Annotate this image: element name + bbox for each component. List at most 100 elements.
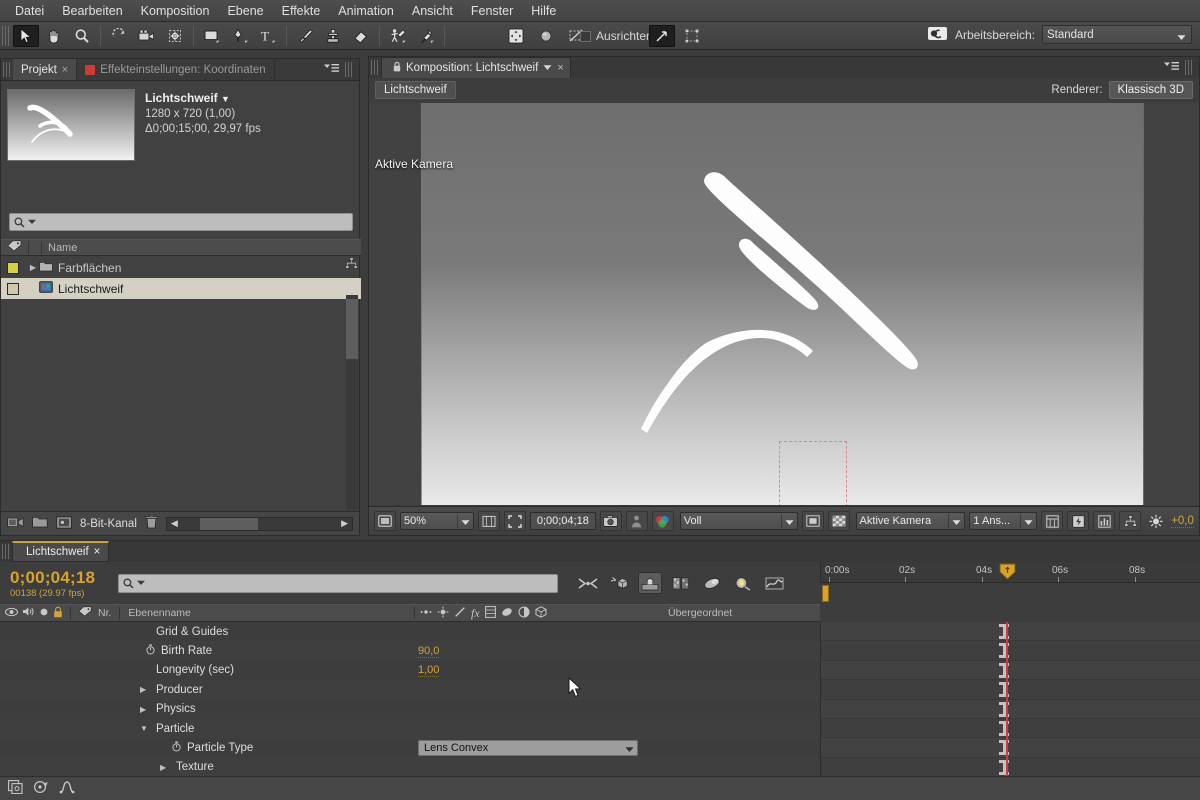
composition-mini-flowchart-icon[interactable]	[576, 572, 600, 594]
list-item[interactable]: Longevity (sec) 1,00	[0, 661, 820, 680]
graph-editor-icon[interactable]	[731, 572, 755, 594]
composition-canvas[interactable]	[421, 103, 1143, 505]
frame-blending-icon[interactable]	[669, 572, 693, 594]
new-folder-icon[interactable]	[32, 516, 48, 531]
timeline-current-time[interactable]: 0;00;04;18 00138 (29.97 fps)	[0, 568, 118, 599]
snapping-toggle[interactable]: Ausrichten	[580, 29, 653, 43]
show-channel-icon[interactable]	[651, 511, 674, 531]
brainstorm-icon[interactable]	[762, 572, 786, 594]
panel-menu-icon[interactable]	[1164, 61, 1179, 75]
frame-blend-switch-icon[interactable]	[484, 605, 496, 621]
track-row[interactable]	[821, 738, 1200, 758]
exposure-reset-icon[interactable]	[1145, 511, 1167, 531]
new-composition-from-footage-icon[interactable]	[56, 515, 72, 532]
take-snapshot-icon[interactable]	[599, 511, 622, 531]
effects-switch-icon[interactable]: fx	[471, 606, 480, 621]
workspace-switch-icon[interactable]	[927, 26, 948, 44]
particle-type-dropdown[interactable]: Lens Convex	[418, 740, 638, 757]
track-row[interactable]	[821, 700, 1200, 719]
selection-rectangle[interactable]	[779, 441, 847, 505]
list-item[interactable]: Grid & Guides	[0, 622, 820, 641]
menu-item-komposition[interactable]: Komposition	[132, 2, 219, 20]
list-item[interactable]: Birth Rate 90,0	[0, 641, 820, 661]
choose-grid-guides-icon[interactable]	[477, 511, 500, 531]
tab-projekt[interactable]: Projekt ×	[13, 59, 78, 80]
eraser-tool[interactable]	[348, 25, 374, 47]
graph-editor-footer-icon[interactable]	[59, 780, 75, 797]
composition-name[interactable]: Lichtschweif ▼	[145, 91, 261, 107]
scrollbar-thumb[interactable]	[346, 299, 358, 359]
menu-item-ansicht[interactable]: Ansicht	[403, 2, 462, 20]
motion-blur-footer-icon[interactable]	[33, 780, 49, 797]
close-icon[interactable]: ×	[94, 546, 101, 558]
roto-brush-tool[interactable]	[385, 25, 411, 47]
property-value[interactable]: 90,0	[418, 645, 440, 658]
move-resize-icon[interactable]	[503, 25, 529, 47]
timeline-panel-grip[interactable]	[2, 544, 9, 559]
hand-tool[interactable]	[41, 25, 67, 47]
twirl-icon[interactable]: ▶	[140, 705, 146, 714]
timeline-ruler[interactable]: 0:00s 02s 04s 06s 08s	[820, 562, 1200, 583]
panel-grip-right[interactable]	[345, 62, 352, 77]
list-item[interactable]: ▶ Producer	[0, 680, 820, 700]
camera-select[interactable]: Aktive Kamera	[855, 512, 966, 530]
adjustment-layer-icon[interactable]	[437, 606, 449, 621]
workspace-select[interactable]: Standard	[1042, 25, 1192, 44]
comp-flowchart-icon[interactable]	[1119, 511, 1142, 531]
views-select[interactable]: 1 Ans...	[969, 512, 1038, 530]
list-item[interactable]: Particle Type Lens Convex	[0, 738, 820, 757]
track-row[interactable]	[821, 661, 1200, 681]
track-row[interactable]	[821, 622, 1200, 642]
resolution-select[interactable]: Voll	[679, 512, 798, 530]
scroll-right-icon[interactable]: ▶	[341, 518, 348, 529]
track-row[interactable]	[821, 680, 1200, 700]
show-snapshot-icon[interactable]	[625, 511, 648, 531]
renderer-button[interactable]: Klassisch 3D	[1108, 81, 1193, 99]
tab-komposition-lichtschweif[interactable]: Komposition: Lichtschweif ×	[381, 57, 571, 78]
column-layername-label[interactable]: Ebenenname	[128, 607, 190, 619]
comp-panel-grip[interactable]	[371, 60, 378, 75]
close-icon[interactable]: ×	[557, 62, 563, 74]
clone-stamp-tool[interactable]	[320, 25, 346, 47]
timeline-track-area[interactable]	[820, 622, 1200, 776]
track-row[interactable]	[821, 757, 1200, 776]
timeline-view-icon[interactable]	[1093, 511, 1116, 531]
stopwatch-icon[interactable]	[172, 741, 181, 755]
lock-icon[interactable]	[53, 606, 63, 621]
breadcrumb[interactable]: Lichtschweif	[375, 80, 456, 99]
playhead-marker[interactable]	[999, 563, 1016, 580]
motion-blur-icon[interactable]	[700, 572, 724, 594]
list-item[interactable]: ▶ Farbflächen	[1, 257, 361, 278]
project-vertical-scrollbar[interactable]	[346, 295, 358, 510]
twirl-icon[interactable]: ▼	[140, 724, 148, 733]
menu-item-hilfe[interactable]: Hilfe	[522, 2, 565, 20]
video-visibility-icon[interactable]	[5, 607, 18, 620]
region-preview-icon[interactable]	[801, 511, 824, 531]
project-panel-grip[interactable]	[3, 62, 10, 77]
transparency-grid-icon[interactable]	[827, 511, 850, 531]
menu-item-effekte[interactable]: Effekte	[273, 2, 330, 20]
motion-blur-column-icon[interactable]	[501, 606, 513, 621]
column-number-label[interactable]: Nr.	[98, 607, 111, 619]
composition-viewer[interactable]: Aktive Kamera	[369, 103, 1199, 505]
exposure-value[interactable]: +0,0	[1171, 515, 1194, 528]
chevron-down-icon[interactable]: ▼	[221, 94, 230, 104]
item-hierarchy-icon[interactable]	[345, 257, 358, 278]
audio-icon[interactable]	[22, 606, 35, 620]
list-item[interactable]: Lichtschweif	[1, 278, 361, 299]
zoom-tool[interactable]	[69, 25, 95, 47]
always-preview-icon[interactable]	[374, 511, 396, 531]
panel-menu-icon[interactable]	[324, 63, 339, 77]
timeline-search-field[interactable]	[118, 573, 558, 593]
close-icon[interactable]: ×	[62, 64, 68, 76]
menu-item-fenster[interactable]: Fenster	[462, 2, 522, 20]
label-swatch[interactable]	[7, 282, 19, 295]
label-swatch[interactable]	[7, 261, 19, 274]
project-column-name[interactable]: Name	[48, 242, 77, 254]
draft-3d-icon[interactable]	[607, 572, 631, 594]
shape-tool[interactable]	[199, 25, 225, 47]
panel-grip-right[interactable]	[1185, 60, 1192, 75]
snapping-checkbox[interactable]	[580, 30, 591, 42]
lock-icon[interactable]	[393, 61, 401, 75]
selection-tool[interactable]	[13, 24, 39, 47]
